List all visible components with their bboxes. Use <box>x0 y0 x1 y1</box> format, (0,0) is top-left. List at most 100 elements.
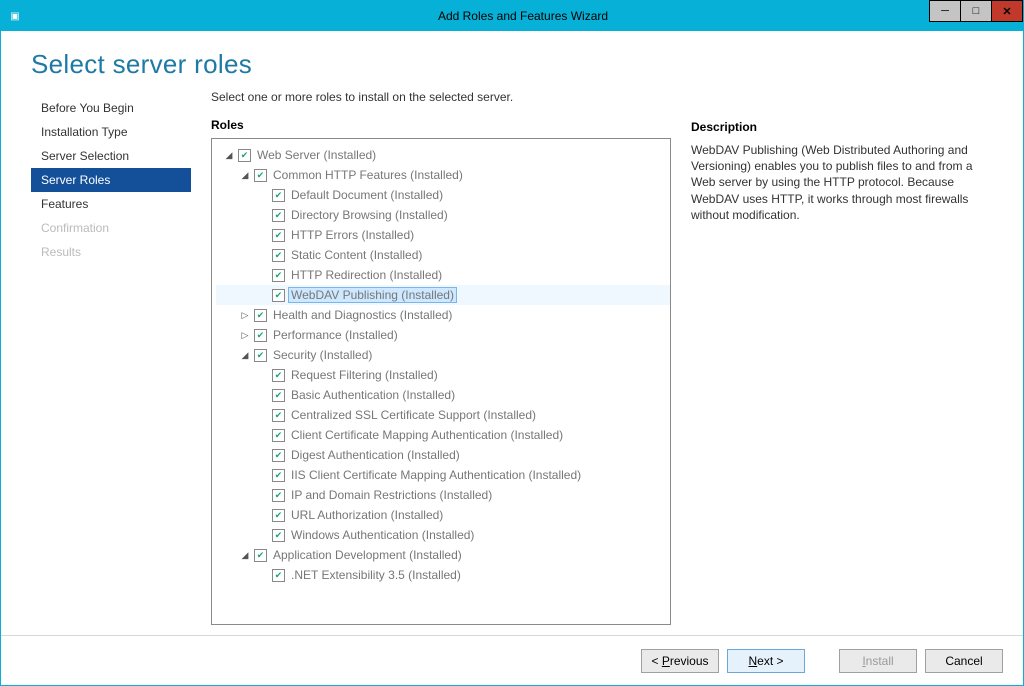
collapse-icon[interactable]: ◢ <box>222 150 236 161</box>
sidebar-item-confirmation: Confirmation <box>31 216 191 240</box>
checkbox[interactable] <box>272 229 285 242</box>
description-body: WebDAV Publishing (Web Distributed Autho… <box>691 142 993 223</box>
collapse-icon[interactable]: ◢ <box>238 550 252 561</box>
checkbox[interactable] <box>238 149 251 162</box>
tree-node-label: URL Authorization (Installed) <box>291 508 443 522</box>
tree-node[interactable]: ◢ Common HTTP Features (Installed) <box>216 165 670 185</box>
roles-pane: Select one or more roles to install on t… <box>211 90 671 625</box>
minimize-icon: ─ <box>941 5 949 17</box>
checkbox[interactable] <box>254 549 267 562</box>
sidebar-item-results: Results <box>31 240 191 264</box>
tree-node[interactable]: ◢ Security (Installed) <box>216 345 670 365</box>
install-button[interactable]: Install <box>839 649 917 673</box>
tree-node[interactable]: IP and Domain Restrictions (Installed) <box>216 485 670 505</box>
maximize-button[interactable]: □ <box>960 0 992 22</box>
checkbox[interactable] <box>272 449 285 462</box>
tree-node[interactable]: .NET Extensibility 3.5 (Installed) <box>216 565 670 585</box>
collapse-icon[interactable]: ◢ <box>238 350 252 361</box>
tree-node-label: WebDAV Publishing (Installed) <box>288 287 457 303</box>
app-icon: ▣ <box>7 8 23 24</box>
page-title: Select server roles <box>31 49 993 80</box>
tree-node[interactable]: HTTP Errors (Installed) <box>216 225 670 245</box>
tree-node[interactable]: Windows Authentication (Installed) <box>216 525 670 545</box>
titlebar: ▣ Add Roles and Features Wizard ─ □ ✕ <box>1 1 1023 31</box>
tree-node-label: Request Filtering (Installed) <box>291 368 438 382</box>
checkbox[interactable] <box>272 509 285 522</box>
checkbox[interactable] <box>272 429 285 442</box>
checkbox[interactable] <box>254 349 267 362</box>
tree-node-label: Basic Authentication (Installed) <box>291 388 455 402</box>
tree-node-label: Client Certificate Mapping Authenticatio… <box>291 428 563 442</box>
expand-icon[interactable]: ▷ <box>238 330 252 341</box>
checkbox[interactable] <box>254 169 267 182</box>
roles-tree-container: ◢ Web Server (Installed) ◢ Common HTTP Feat… <box>211 138 671 625</box>
tree-node-label: Default Document (Installed) <box>291 188 443 202</box>
close-button[interactable]: ✕ <box>991 0 1023 22</box>
sidebar-item-server-roles[interactable]: Server Roles <box>31 168 191 192</box>
tree-node-label: Windows Authentication (Installed) <box>291 528 474 542</box>
roles-tree[interactable]: ◢ Web Server (Installed) ◢ Common HTTP Feat… <box>212 139 670 624</box>
tree-node[interactable]: URL Authorization (Installed) <box>216 505 670 525</box>
tree-node[interactable]: Basic Authentication (Installed) <box>216 385 670 405</box>
content: Select one or more roles to install on t… <box>211 90 993 625</box>
checkbox[interactable] <box>254 309 267 322</box>
checkbox[interactable] <box>272 189 285 202</box>
tree-node-label: .NET Extensibility 3.5 (Installed) <box>291 568 461 582</box>
tree-node-label: Application Development (Installed) <box>273 548 462 562</box>
cancel-button[interactable]: Cancel <box>925 649 1003 673</box>
close-icon: ✕ <box>1002 5 1011 18</box>
tree-node-label: Performance (Installed) <box>273 328 398 342</box>
checkbox[interactable] <box>272 209 285 222</box>
tree-node-label: HTTP Errors (Installed) <box>291 228 414 242</box>
window-title: Add Roles and Features Wizard <box>23 9 1023 23</box>
sidebar-item-features[interactable]: Features <box>31 192 191 216</box>
checkbox[interactable] <box>272 409 285 422</box>
checkbox[interactable] <box>272 289 285 302</box>
description-pane: Description WebDAV Publishing (Web Distr… <box>691 90 993 625</box>
previous-button[interactable]: < Previous <box>641 649 719 673</box>
tree-node[interactable]: HTTP Redirection (Installed) <box>216 265 670 285</box>
sidebar-item-before-you-begin[interactable]: Before You Begin <box>31 96 191 120</box>
tree-node[interactable]: ◢ Web Server (Installed) <box>216 145 670 165</box>
tree-node[interactable]: ▷Health and Diagnostics (Installed) <box>216 305 670 325</box>
footer: < Previous Next > Install Cancel <box>1 635 1023 685</box>
header: Select server roles <box>1 31 1023 90</box>
checkbox[interactable] <box>272 369 285 382</box>
sidebar-item-installation-type[interactable]: Installation Type <box>31 120 191 144</box>
tree-node-label: IP and Domain Restrictions (Installed) <box>291 488 492 502</box>
tree-node-label: Directory Browsing (Installed) <box>291 208 448 222</box>
tree-node[interactable]: Centralized SSL Certificate Support (Ins… <box>216 405 670 425</box>
checkbox[interactable] <box>272 529 285 542</box>
tree-node[interactable]: Request Filtering (Installed) <box>216 365 670 385</box>
wizard-body: Select server roles Before You BeginInst… <box>1 31 1023 685</box>
tree-node[interactable]: Static Content (Installed) <box>216 245 670 265</box>
tree-node-label: Common HTTP Features (Installed) <box>273 168 463 182</box>
checkbox[interactable] <box>272 469 285 482</box>
tree-node-label: Digest Authentication (Installed) <box>291 448 460 462</box>
tree-node[interactable]: Client Certificate Mapping Authenticatio… <box>216 425 670 445</box>
checkbox[interactable] <box>272 389 285 402</box>
roles-heading: Roles <box>211 118 671 132</box>
checkbox[interactable] <box>254 329 267 342</box>
wizard-window: ▣ Add Roles and Features Wizard ─ □ ✕ Se… <box>0 0 1024 686</box>
next-button[interactable]: Next > <box>727 649 805 673</box>
tree-node[interactable]: ▷ Performance (Installed) <box>216 325 670 345</box>
tree-node-label: Static Content (Installed) <box>291 248 422 262</box>
tree-node[interactable]: WebDAV Publishing (Installed) <box>216 285 670 305</box>
checkbox[interactable] <box>272 269 285 282</box>
collapse-icon[interactable]: ◢ <box>238 170 252 181</box>
tree-node[interactable]: ◢ Application Development (Installed) <box>216 545 670 565</box>
checkbox[interactable] <box>272 249 285 262</box>
main-area: Before You BeginInstallation TypeServer … <box>1 90 1023 635</box>
tree-node[interactable]: IIS Client Certificate Mapping Authentic… <box>216 465 670 485</box>
expand-icon[interactable]: ▷ <box>238 310 252 321</box>
tree-node[interactable]: Digest Authentication (Installed) <box>216 445 670 465</box>
checkbox[interactable] <box>272 569 285 582</box>
tree-node-label: Security (Installed) <box>273 348 372 362</box>
tree-node[interactable]: Directory Browsing (Installed) <box>216 205 670 225</box>
minimize-button[interactable]: ─ <box>929 0 961 22</box>
tree-node[interactable]: Default Document (Installed) <box>216 185 670 205</box>
tree-node-label: Web Server (Installed) <box>257 148 376 162</box>
checkbox[interactable] <box>272 489 285 502</box>
sidebar-item-server-selection[interactable]: Server Selection <box>31 144 191 168</box>
